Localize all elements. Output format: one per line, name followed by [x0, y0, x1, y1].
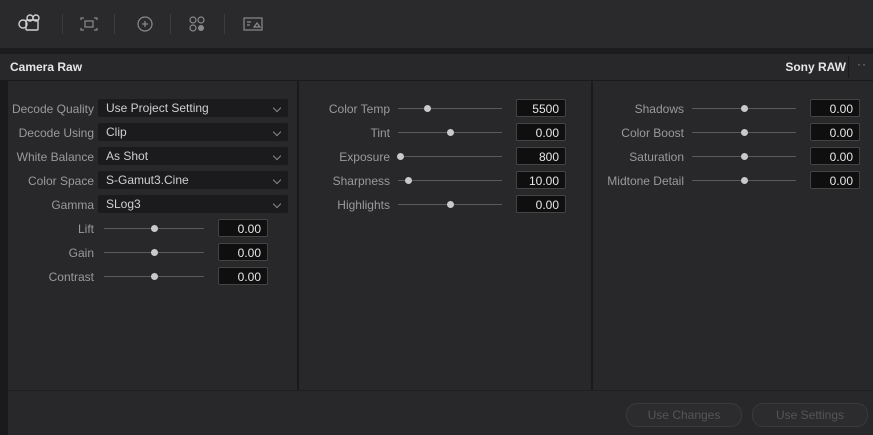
gain-slider-handle[interactable]: [151, 249, 158, 256]
decode-quality-dropdown[interactable]: Use Project Setting: [98, 99, 288, 117]
more-options-icon[interactable]: ··: [857, 57, 867, 71]
tint-label: Tint: [370, 126, 390, 140]
saturation-value-field[interactable]: 0.00: [810, 147, 860, 165]
decode-using-value: Clip: [106, 125, 127, 139]
color-temp-slider-track[interactable]: [398, 108, 502, 109]
shadows-slider-handle[interactable]: [741, 105, 748, 112]
shadows-label: Shadows: [634, 102, 684, 116]
panel-title: Camera Raw: [10, 60, 83, 74]
saturation-label: Saturation: [629, 150, 684, 164]
color-space-dropdown[interactable]: S-Gamut3.Cine: [98, 171, 288, 189]
decode-using-dropdown[interactable]: Clip: [98, 123, 288, 141]
match-frame-icon[interactable]: [76, 12, 102, 36]
highlights-value-field[interactable]: 0.00: [516, 195, 566, 213]
gamma-dropdown[interactable]: SLog3: [98, 195, 288, 213]
white-balance-label: White Balance: [16, 150, 94, 164]
decode-using-label: Decode Using: [18, 126, 94, 140]
color-boost-slider-handle[interactable]: [741, 129, 748, 136]
lift-value-field[interactable]: 0.00: [218, 219, 268, 237]
footer: Use Changes Use Settings: [8, 390, 873, 435]
sharpness-value-field[interactable]: 10.00: [516, 171, 566, 189]
chevron-down-icon: [272, 175, 282, 185]
target-icon[interactable]: [132, 12, 158, 36]
gain-label: Gain: [68, 246, 94, 260]
use-settings-button[interactable]: Use Settings: [752, 403, 868, 427]
midtone-detail-slider-handle[interactable]: [741, 177, 748, 184]
use-changes-button[interactable]: Use Changes: [626, 403, 742, 427]
image-info-icon[interactable]: [240, 12, 266, 36]
chevron-down-icon: [272, 199, 282, 209]
contrast-label: Contrast: [48, 270, 94, 284]
camera-icon[interactable]: [16, 12, 42, 36]
shadows-value-field[interactable]: 0.00: [810, 99, 860, 117]
gain-value-field[interactable]: 0.00: [218, 243, 268, 261]
color-wheels-icon[interactable]: [184, 12, 210, 36]
highlights-slider-handle[interactable]: [447, 201, 454, 208]
color-space-value: S-Gamut3.Cine: [106, 173, 189, 187]
gamma-label: Gamma: [51, 198, 94, 212]
toolbar: [0, 0, 873, 48]
tint-slider-handle[interactable]: [447, 129, 454, 136]
color-temp-value-field[interactable]: 5500: [516, 99, 566, 117]
tint-value-field[interactable]: 0.00: [516, 123, 566, 141]
highlights-label: Highlights: [337, 198, 390, 212]
lift-label: Lift: [77, 222, 94, 236]
gamma-value: SLog3: [106, 197, 141, 211]
color-space-label: Color Space: [27, 174, 94, 188]
saturation-slider-handle[interactable]: [741, 153, 748, 160]
white-balance-dropdown[interactable]: As Shot: [98, 147, 288, 165]
midtone-detail-label: Midtone Detail: [607, 174, 684, 188]
sharpness-label: Sharpness: [332, 174, 390, 188]
exposure-slider-track[interactable]: [398, 156, 502, 157]
decode-quality-label: Decode Quality: [11, 102, 94, 116]
contrast-slider-handle[interactable]: [151, 273, 158, 280]
exposure-label: Exposure: [339, 150, 390, 164]
color-temp-label: Color Temp: [328, 102, 390, 116]
decode-quality-value: Use Project Setting: [106, 101, 209, 115]
midtone-detail-value-field[interactable]: 0.00: [810, 171, 860, 189]
raw-format-label: Sony RAW: [785, 60, 846, 74]
chevron-down-icon: [272, 127, 282, 137]
camera-raw-header: Camera Raw Sony RAW ··: [0, 54, 873, 81]
exposure-value-field[interactable]: 800: [516, 147, 566, 165]
color-boost-label: Color Boost: [621, 126, 684, 140]
lift-slider-handle[interactable]: [151, 225, 158, 232]
sharpness-slider-track[interactable]: [398, 180, 502, 181]
contrast-value-field[interactable]: 0.00: [218, 267, 268, 285]
white-balance-value: As Shot: [106, 149, 149, 163]
chevron-down-icon: [272, 103, 282, 113]
chevron-down-icon: [272, 151, 282, 161]
color-boost-value-field[interactable]: 0.00: [810, 123, 860, 141]
